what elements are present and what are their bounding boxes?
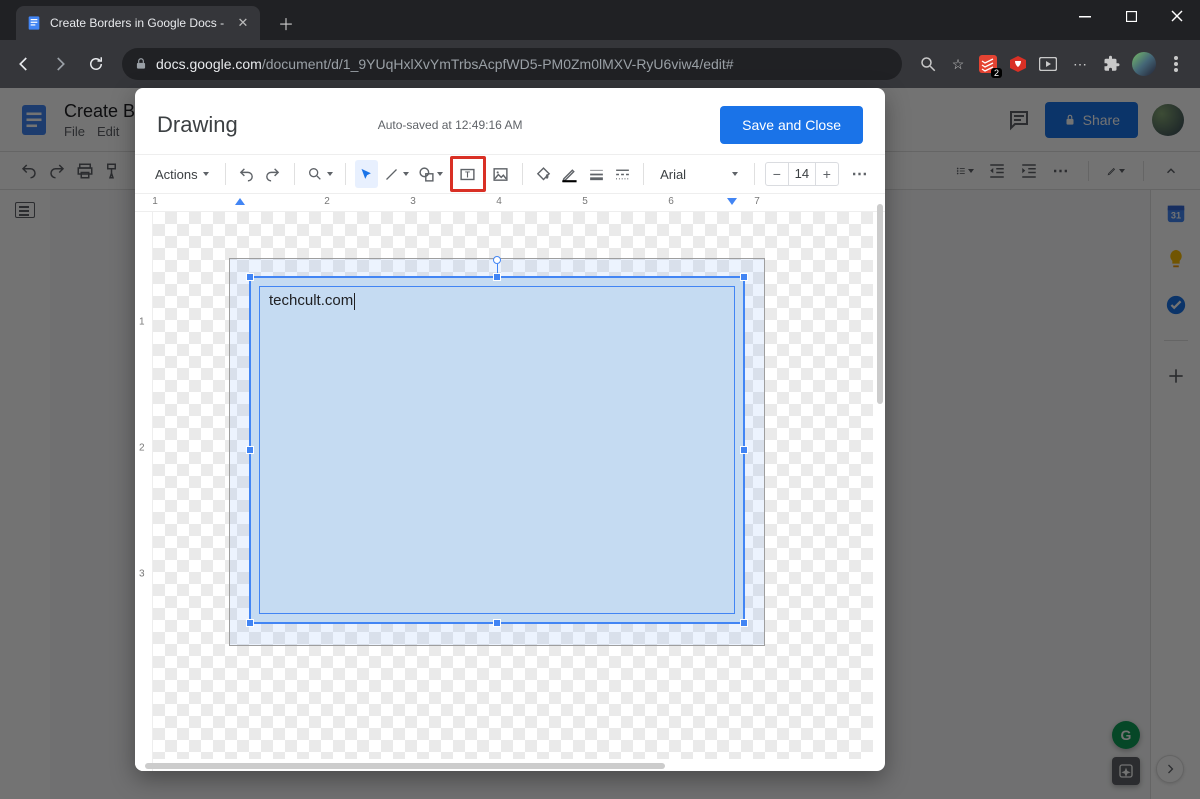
autosave-status: Auto-saved at 12:49:16 AM [378,118,523,132]
shape-tool-button[interactable] [416,160,446,188]
border-color-button[interactable] [559,160,581,188]
drawing-toolbar: Actions T Arial − 14 + ⋯ [135,154,885,194]
save-and-close-button[interactable]: Save and Close [720,106,863,144]
image-tool-button[interactable] [490,160,512,188]
canvas-scrollbar-horizontal[interactable] [145,763,665,769]
search-icon[interactable] [918,54,938,74]
font-picker[interactable]: Arial [654,163,744,186]
resize-handle-nw[interactable] [246,273,254,281]
address-bar[interactable]: docs.google.com/document/d/1_9YUqHxlXvYm… [122,48,902,80]
font-size-decrease[interactable]: − [766,163,788,185]
svg-text:T: T [465,170,470,179]
font-size-increase[interactable]: + [816,163,838,185]
url-host: docs.google.com [156,56,262,72]
bookmark-star-icon[interactable]: ☆ [948,54,968,74]
drawing-dialog: Drawing Auto-saved at 12:49:16 AM Save a… [135,88,885,771]
url-path: /document/d/1_9YUqHxlXvYmTrbsAcpfWD5-PM0… [262,56,734,72]
nav-back-button[interactable] [8,48,40,80]
canvas-scrollbar-vertical[interactable] [877,204,883,404]
ruler-vertical: 1 2 3 [135,212,153,771]
docs-favicon [26,15,42,31]
rotate-handle[interactable] [493,256,501,264]
lock-icon [134,57,148,71]
redo-button[interactable] [262,160,284,188]
right-indent-marker[interactable] [727,198,737,205]
extensions-puzzle-icon[interactable] [1102,54,1122,74]
extension-adblock-icon[interactable] [1008,54,1028,74]
drawing-title: Drawing [157,112,238,138]
window-minimize-button[interactable] [1062,0,1108,32]
window-close-button[interactable] [1154,0,1200,32]
border-weight-button[interactable] [585,160,607,188]
textbox-shape[interactable]: techcult.com [249,276,745,624]
tab-title: Create Borders in Google Docs - [50,16,228,30]
undo-button[interactable] [235,160,257,188]
extension-dots-icon[interactable]: ⋯ [1068,54,1092,74]
select-tool-button[interactable] [355,160,377,188]
extension-todoist-icon[interactable] [978,54,998,74]
browser-tab[interactable]: Create Borders in Google Docs - ✕ [16,6,260,40]
resize-handle-e[interactable] [740,446,748,454]
nav-reload-button[interactable] [80,48,112,80]
tab-close-icon[interactable]: ✕ [236,16,250,30]
left-indent-marker[interactable] [235,198,245,205]
resize-handle-w[interactable] [246,446,254,454]
textbox-inner-border [259,286,735,614]
resize-handle-s[interactable] [493,619,501,627]
more-format-button[interactable]: ⋯ [849,160,871,188]
font-size-value[interactable]: 14 [788,163,816,185]
text-caret [354,293,355,310]
textbox-tool-highlight: T [450,156,486,192]
drawing-canvas[interactable]: techcult.com [153,212,873,759]
ruler-horizontal: 1 2 3 4 5 6 7 [135,194,885,212]
textbox-text-content[interactable]: techcult.com [269,292,355,310]
actions-menu[interactable]: Actions [149,163,215,186]
nav-forward-button[interactable] [44,48,76,80]
border-dash-button[interactable] [611,160,633,188]
textbox-tool-button[interactable]: T [454,160,482,188]
font-size-stepper[interactable]: − 14 + [765,162,839,186]
fill-color-button[interactable] [533,160,555,188]
extension-video-icon[interactable] [1038,54,1058,74]
new-tab-button[interactable]: ＋ [272,9,300,37]
window-maximize-button[interactable] [1108,0,1154,32]
resize-handle-se[interactable] [740,619,748,627]
resize-handle-ne[interactable] [740,273,748,281]
zoom-button[interactable] [305,160,335,188]
chrome-menu-button[interactable] [1166,54,1186,74]
resize-handle-sw[interactable] [246,619,254,627]
resize-handle-n[interactable] [493,273,501,281]
line-tool-button[interactable] [382,160,412,188]
profile-avatar[interactable] [1132,52,1156,76]
